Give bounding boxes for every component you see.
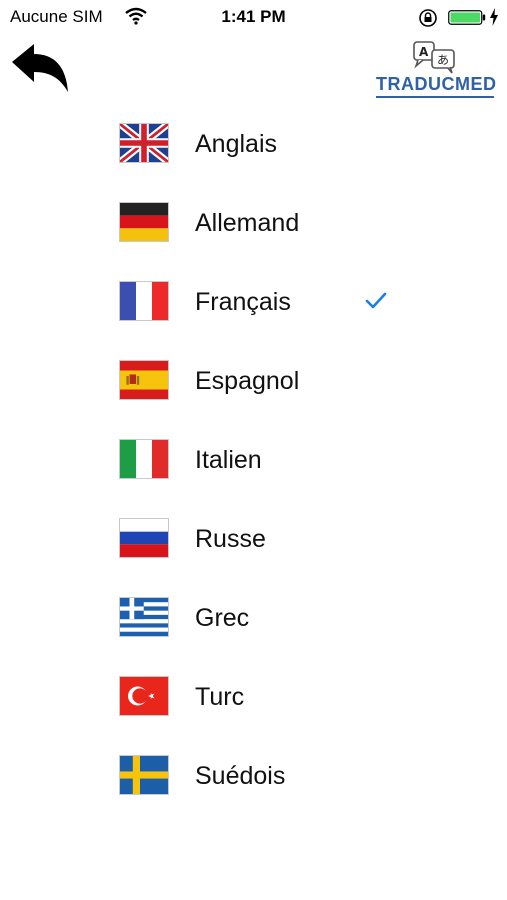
spain-flag-icon [119, 360, 169, 400]
france-flag-icon [119, 281, 169, 321]
language-item-francais[interactable]: Français [0, 262, 507, 341]
logo-underline [376, 96, 494, 98]
back-button[interactable] [10, 42, 72, 94]
language-label: Suédois [195, 762, 286, 790]
turkey-flag-icon [119, 676, 169, 716]
italy-flag-icon [119, 439, 169, 479]
language-label: Anglais [195, 130, 277, 158]
back-arrow-icon [12, 44, 68, 92]
translate-bubbles-icon: A あ [413, 41, 455, 74]
battery-icon [448, 10, 486, 25]
logo-glyph-kana: あ [437, 53, 449, 67]
greece-flag-icon [119, 597, 169, 637]
sweden-flag-icon [119, 755, 169, 795]
uk-flag-icon [119, 123, 169, 163]
language-item-espagnol[interactable]: Espagnol [0, 341, 507, 420]
russia-flag-icon [119, 518, 169, 558]
language-label: Français [195, 288, 291, 316]
language-label: Grec [195, 604, 250, 632]
logo-text: TRADUCMED [376, 74, 497, 94]
language-item-suedois[interactable]: Suédois [0, 736, 507, 815]
language-item-italien[interactable]: Italien [0, 420, 507, 499]
language-item-russe[interactable]: Russe [0, 499, 507, 578]
traducmed-logo: A あ TRADUCMED [370, 38, 500, 102]
logo-glyph-latin: A [419, 45, 429, 59]
language-label: Espagnol [195, 367, 300, 395]
rotation-lock-icon [419, 9, 437, 27]
header: A あ TRADUCMED [0, 36, 507, 106]
language-label: Russe [195, 525, 266, 553]
language-label: Italien [195, 446, 262, 474]
language-item-grec[interactable]: Grec [0, 578, 507, 657]
germany-flag-icon [119, 202, 169, 242]
status-bar: Aucune SIM 1:41 PM [0, 0, 507, 36]
language-item-allemand[interactable]: Allemand [0, 183, 507, 262]
language-label: Allemand [195, 209, 300, 237]
language-item-turc[interactable]: Turc [0, 657, 507, 736]
language-label: Turc [195, 683, 245, 711]
language-item-anglais[interactable]: Anglais [0, 104, 507, 183]
checkmark-icon [365, 292, 387, 309]
charging-icon [490, 8, 498, 26]
